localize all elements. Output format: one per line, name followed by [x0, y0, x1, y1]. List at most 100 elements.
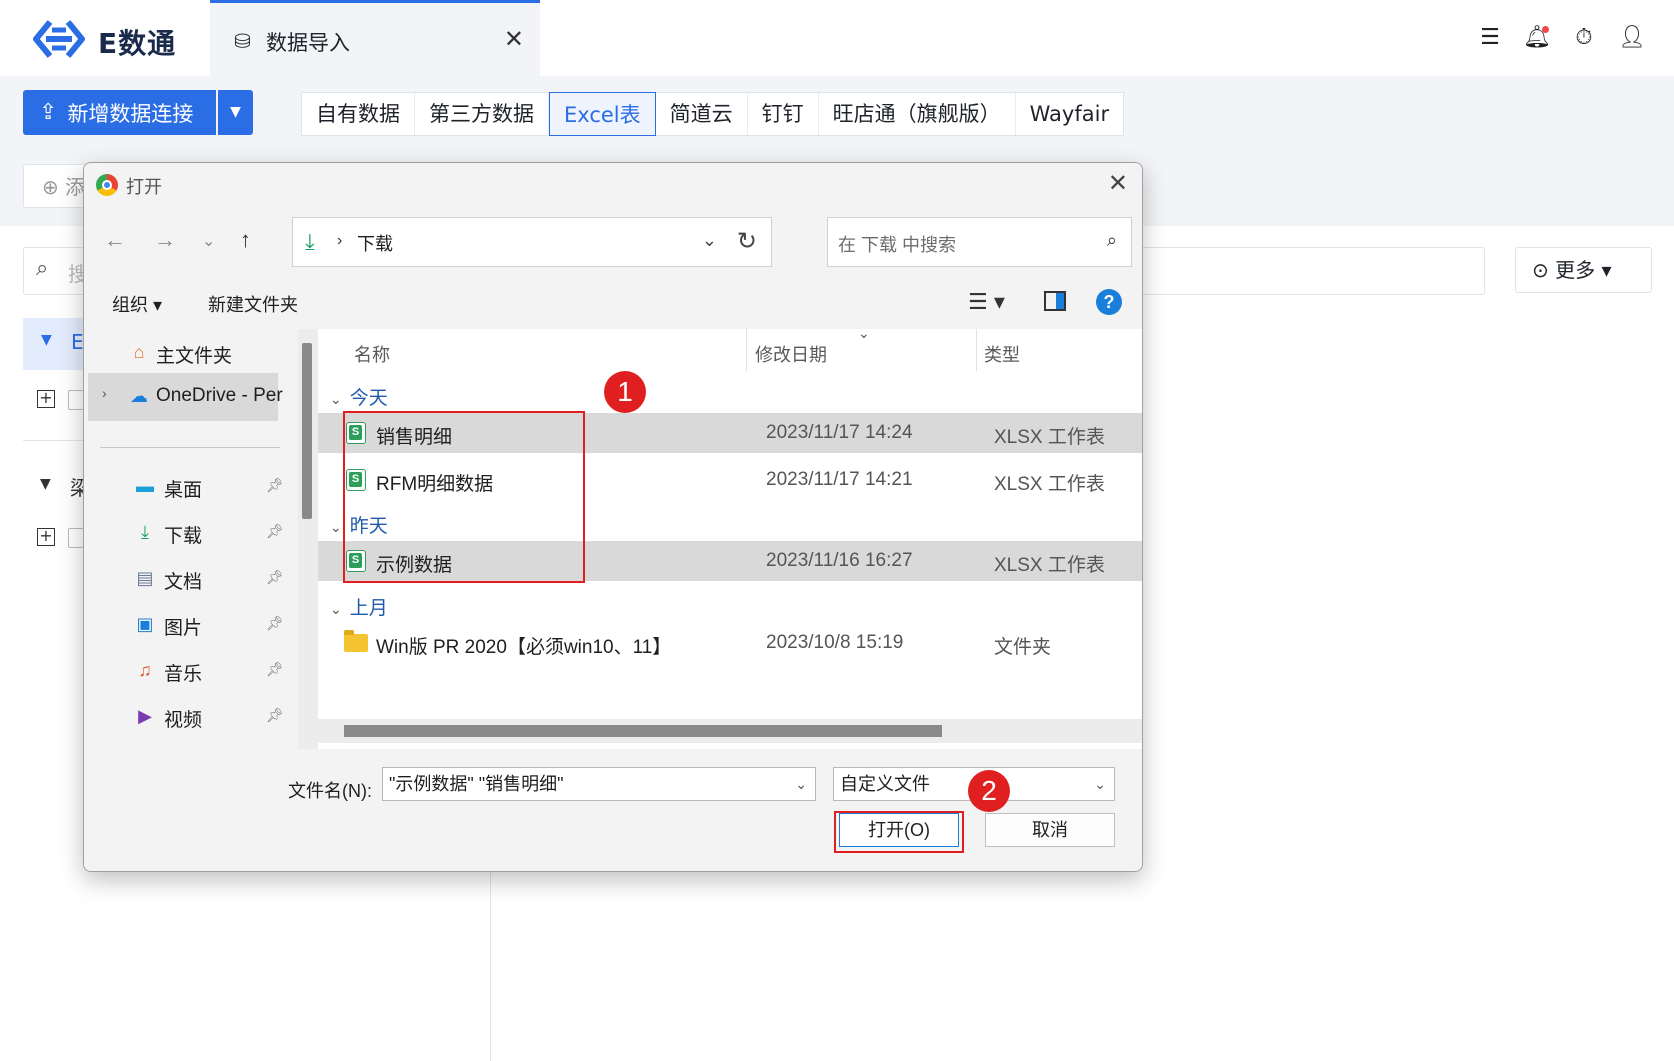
nav-item-videos[interactable]: ▶ 视频 📌︎: [84, 693, 294, 741]
tab-jiandaoyun[interactable]: 简道云: [656, 93, 748, 135]
search-placeholder: 在 下载 中搜索: [838, 235, 957, 255]
plus-circle-icon: ⊕: [42, 175, 66, 199]
task-list-icon[interactable]: ☰: [1476, 24, 1504, 52]
new-data-connection-button[interactable]: ⇪ 新增数据连接: [23, 90, 216, 135]
close-icon[interactable]: ✕: [1108, 169, 1128, 198]
chevron-down-icon[interactable]: ⌄: [795, 768, 807, 800]
new-connection-label: 新增数据连接: [67, 101, 194, 126]
tab-wangdiantong[interactable]: 旺店通（旗舰版）: [819, 93, 1016, 135]
cancel-button[interactable]: 取消: [985, 813, 1115, 847]
group-label: 上月: [349, 598, 388, 619]
help-icon[interactable]: ?: [1096, 289, 1122, 315]
tab-label: 数据导入: [266, 31, 350, 55]
nav-item-downloads[interactable]: ⤓ 下载 📌︎: [84, 509, 294, 557]
chevron-right-icon[interactable]: ›: [102, 385, 107, 401]
app-logo[interactable]: E数通: [28, 18, 188, 60]
logo-text: E数通: [98, 27, 177, 60]
nav-scrollbar[interactable]: [302, 343, 312, 519]
tab-dingtalk[interactable]: 钉钉: [748, 93, 819, 135]
address-path[interactable]: 下载: [357, 230, 393, 256]
user-icon[interactable]: 👤︎: [1618, 24, 1646, 52]
new-connection-dropdown-button[interactable]: ▼: [218, 90, 253, 135]
organize-menu[interactable]: 组织 ▾: [112, 291, 162, 317]
download-icon: ⤓: [141, 522, 149, 542]
nav-label: 文档: [164, 572, 203, 593]
file-row[interactable]: Win版 PR 2020【必须win10、11】 2023/10/8 15:19…: [318, 623, 1142, 663]
chevron-down-icon: ⌄: [330, 519, 342, 535]
dialog-toolbar: 组织 ▾ 新建文件夹 ☰ ▾ ?: [84, 277, 1142, 329]
back-arrow-icon[interactable]: ←: [104, 227, 126, 253]
pin-icon[interactable]: 📌︎: [266, 707, 284, 724]
pin-icon[interactable]: 📌︎: [266, 477, 284, 494]
nav-item-pictures[interactable]: ▣ 图片 📌︎: [84, 601, 294, 649]
breadcrumb-separator-icon: ›: [337, 232, 343, 249]
column-header-type[interactable]: 类型: [984, 341, 1020, 367]
filename-value: "示例数据" "销售明细": [389, 774, 564, 794]
up-arrow-icon[interactable]: ↑: [240, 227, 251, 253]
expand-icon[interactable]: ▼: [40, 476, 51, 492]
file-list-scrollbar[interactable]: [344, 725, 942, 737]
recent-chevron-icon[interactable]: ⌄: [202, 231, 215, 251]
nav-label: 音乐: [164, 664, 203, 685]
file-date: 2023/11/16 16:27: [766, 550, 913, 571]
chevron-down-icon: ⌄: [330, 601, 342, 617]
view-menu-icon[interactable]: ☰ ▾: [968, 289, 1005, 315]
more-button[interactable]: ⊙ 更多 ▾: [1515, 247, 1652, 293]
file-type: XLSX 工作表: [994, 555, 1105, 576]
dialog-navbar: ← → ⌄ ↑ ⤓ › 下载 ⌄ ↻ 在 下载 中搜索 ⌕: [84, 205, 1142, 277]
group-header-today[interactable]: ⌄ 今天: [330, 383, 388, 410]
organize-label: 组织: [112, 295, 148, 315]
expand-plus-icon[interactable]: +: [37, 390, 55, 408]
divider: [100, 447, 280, 448]
filename-input[interactable]: "示例数据" "销售明细" ⌄: [382, 767, 816, 801]
more-label: 更多: [1555, 258, 1596, 282]
nav-item-desktop[interactable]: ▬ 桌面 📌︎: [84, 463, 294, 511]
group-header-last-month[interactable]: ⌄ 上月: [330, 593, 388, 620]
preview-pane-icon[interactable]: [1044, 291, 1066, 311]
tab-data-import[interactable]: ⛁ 数据导入 ✕: [210, 0, 540, 76]
nav-item-documents[interactable]: ▤ 文档 📌︎: [84, 555, 294, 603]
pin-icon[interactable]: 📌︎: [266, 569, 284, 586]
address-bar[interactable]: ⤓ › 下载 ⌄ ↻: [292, 217, 772, 267]
file-date: 2023/11/17 14:21: [766, 469, 913, 490]
pin-icon[interactable]: 📌︎: [266, 523, 284, 540]
nav-item-music[interactable]: ♫ 音乐 📌︎: [84, 647, 294, 695]
column-separator[interactable]: [976, 329, 977, 371]
data-import-icon: ⛁: [234, 29, 251, 53]
chrome-icon: [96, 174, 118, 196]
document-icon: ▤: [136, 568, 154, 588]
new-folder-button[interactable]: 新建文件夹: [208, 291, 298, 317]
nav-label: 下载: [164, 526, 203, 547]
dialog-search-input[interactable]: 在 下载 中搜索 ⌕: [827, 217, 1132, 267]
expand-icon[interactable]: ▼: [41, 332, 52, 348]
checkbox[interactable]: [68, 528, 84, 548]
column-header-modified[interactable]: 修改日期: [755, 341, 827, 367]
column-header-name[interactable]: 名称: [354, 341, 390, 367]
expand-plus-icon[interactable]: +: [37, 528, 55, 546]
divider: [490, 860, 491, 1061]
search-icon: ⌕: [1106, 230, 1117, 250]
tab-excel[interactable]: Excel表: [549, 92, 656, 136]
search-icon: ⌕: [36, 256, 49, 281]
column-separator[interactable]: [746, 329, 747, 371]
pin-icon[interactable]: 📌︎: [266, 615, 284, 632]
sort-chevron-icon: ⌄: [858, 325, 870, 341]
nav-item-onedrive[interactable]: › ☁ OneDrive - Per: [88, 373, 283, 421]
forward-arrow-icon[interactable]: →: [154, 227, 176, 253]
tab-wayfair[interactable]: Wayfair: [1016, 93, 1123, 135]
tab-third-party[interactable]: 第三方数据: [415, 93, 549, 135]
bell-icon[interactable]: 🔔︎: [1523, 24, 1551, 52]
chevron-down-icon[interactable]: ⌄: [1094, 768, 1106, 800]
file-name: Win版 PR 2020【必须win10、11】: [376, 637, 672, 658]
nav-label: 图片: [164, 618, 203, 639]
file-type: XLSX 工作表: [994, 474, 1105, 495]
close-icon[interactable]: ✕: [504, 25, 524, 53]
refresh-icon[interactable]: ↻: [737, 227, 757, 256]
nav-item-home[interactable]: ⌂ 主文件夹: [84, 329, 294, 377]
tab-own-data[interactable]: 自有数据: [302, 93, 415, 135]
timer-icon[interactable]: ⏱︎: [1570, 24, 1598, 52]
chevron-down-icon[interactable]: ⌄: [702, 230, 717, 251]
video-icon: ▶: [138, 706, 152, 726]
pin-icon[interactable]: 📌︎: [266, 661, 284, 678]
checkbox[interactable]: [68, 390, 84, 410]
